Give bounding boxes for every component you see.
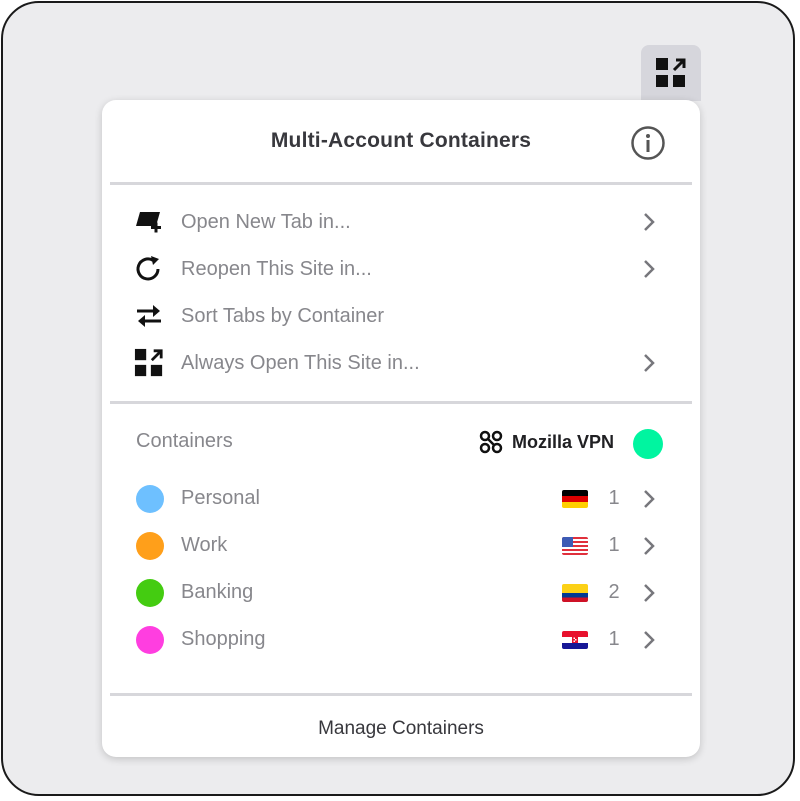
menu-item-sort-tabs[interactable]: Sort Tabs by Container <box>102 294 700 338</box>
menu-item-label: Reopen This Site in... <box>181 257 372 280</box>
divider <box>110 401 692 404</box>
sort-icon <box>133 300 165 332</box>
reopen-icon <box>133 253 165 285</box>
vpn-status-dot <box>633 429 663 459</box>
container-color-dot <box>136 485 164 513</box>
containers-toolbar-button[interactable] <box>641 45 701 101</box>
container-color-dot <box>136 626 164 654</box>
chevron-right-icon <box>639 257 659 281</box>
divider <box>110 693 692 696</box>
vpn-label: Mozilla VPN <box>512 431 615 452</box>
menu-item-label: Sort Tabs by Container <box>181 304 385 327</box>
chevron-right-icon <box>639 628 659 652</box>
container-item-banking[interactable]: Banking 2 <box>102 571 700 615</box>
chevron-right-icon <box>639 581 659 605</box>
chevron-right-icon <box>639 487 659 511</box>
container-color-dot <box>136 532 164 560</box>
always-open-icon <box>133 347 165 379</box>
croatia-flag-icon <box>562 631 588 649</box>
container-name: Banking <box>181 581 254 603</box>
germany-flag-icon <box>562 490 588 508</box>
tab-count: 2 <box>608 581 620 603</box>
colombia-flag-icon <box>562 584 588 602</box>
vpn-icon <box>479 430 503 454</box>
tab-count: 1 <box>608 534 620 556</box>
container-name: Personal <box>181 487 260 509</box>
tab-count: 1 <box>608 628 620 650</box>
container-name: Work <box>181 534 228 556</box>
containers-section-label: Containers <box>136 430 233 452</box>
usa-flag-icon <box>562 537 588 555</box>
divider <box>110 182 692 185</box>
chevron-right-icon <box>639 210 659 234</box>
panel-title: Multi-Account Containers <box>270 129 532 152</box>
info-button[interactable] <box>630 125 666 161</box>
container-color-dot <box>136 579 164 607</box>
info-icon <box>631 126 665 160</box>
mozilla-vpn-toggle[interactable]: Mozilla VPN <box>478 426 614 458</box>
menu-item-open-new-tab[interactable]: Open New Tab in... <box>102 200 700 244</box>
menu-item-reopen-site[interactable]: Reopen This Site in... <box>102 247 700 291</box>
menu-item-always-open[interactable]: Always Open This Site in... <box>102 341 700 385</box>
menu-item-label: Always Open This Site in... <box>181 351 420 374</box>
container-name: Shopping <box>181 628 266 650</box>
tab-count: 1 <box>608 487 620 509</box>
containers-toolbar-icon <box>656 58 686 87</box>
container-item-work[interactable]: Work 1 <box>102 524 700 568</box>
container-item-shopping[interactable]: Shopping 1 <box>102 618 700 662</box>
chevron-right-icon <box>639 534 659 558</box>
menu-item-label: Open New Tab in... <box>181 210 351 233</box>
container-item-personal[interactable]: Personal 1 <box>102 477 700 521</box>
manage-containers-button[interactable]: Manage Containers <box>102 700 700 757</box>
chevron-right-icon <box>639 351 659 375</box>
new-tab-icon <box>133 206 165 238</box>
containers-panel: Multi-Account Containers Open New Tab in… <box>102 100 700 757</box>
